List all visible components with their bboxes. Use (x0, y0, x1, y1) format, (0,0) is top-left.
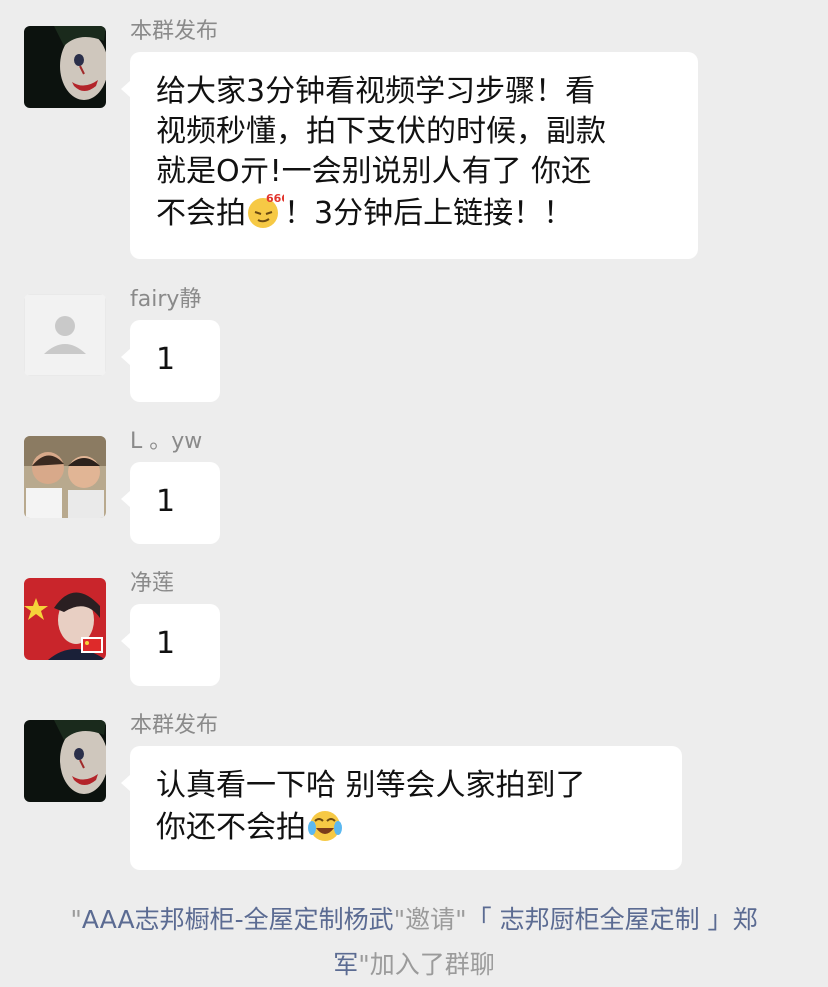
system-join-notice: "AAA志邦橱柜-全屋定制杨武"邀请"「 志邦厨柜全屋定制 」郑军"加入了群聊 (40, 897, 788, 987)
default-person-avatar[interactable] (24, 294, 106, 376)
message-text: 你还不会拍 (156, 810, 306, 845)
message-text-line: 就是O亓!一会别说别人有了 你还 (156, 154, 592, 189)
sender-name: 净莲 (130, 571, 175, 596)
message-bubble[interactable]: 认真看一下哈 别等会人家拍到了 你还不会拍 (121, 746, 682, 870)
message-bubble[interactable]: 1 (121, 604, 220, 686)
666-face-emoji: 666 (246, 192, 289, 230)
notice-join-text: "加入了群聊 (358, 950, 495, 979)
china-flag-portrait-avatar[interactable] (24, 578, 106, 660)
message-text-line: 给大家3分钟看视频学习步骤！看 (156, 74, 596, 109)
svg-text:666: 666 (266, 192, 284, 205)
sender-name: 本群发布 (130, 19, 219, 44)
laughing-crying-emoji (306, 806, 344, 844)
joker-face-avatar[interactable] (24, 720, 106, 802)
message-text: 1 (156, 626, 176, 661)
sender-name: L 。yw (130, 429, 203, 454)
message-text-line: 视频秒懂，拍下支伏的时候，副款 (156, 114, 606, 149)
message-text-line: 认真看一下哈 别等会人家拍到了 (156, 768, 586, 803)
message-text: 1 (156, 484, 176, 519)
joker-face-avatar[interactable] (24, 26, 106, 108)
message-bubble[interactable]: 1 (121, 462, 220, 544)
message-text: 不会拍 (156, 196, 246, 231)
message-text: 1 (156, 342, 176, 377)
message-text-line: 不会拍 666 ！3分钟后上链接！！ (156, 192, 672, 234)
message-bubble[interactable]: 给大家3分钟看视频学习步骤！看 视频秒懂，拍下支伏的时候，副款 就是O亓!一会别… (121, 52, 698, 259)
message-bubble[interactable]: 1 (121, 320, 220, 402)
message-text: ！3分钟后上链接！！ (284, 196, 574, 231)
sender-name: 本群发布 (130, 713, 219, 738)
notice-invite-text: "邀请" (393, 905, 467, 934)
inviter-link[interactable]: AAA志邦橱柜-全屋定制杨武 (82, 905, 394, 934)
sender-name: fairy静 (130, 287, 202, 312)
notice-quote: " (70, 905, 82, 934)
message-text-line: 你还不会拍 (156, 806, 656, 848)
kids-photo-avatar[interactable] (24, 436, 106, 518)
